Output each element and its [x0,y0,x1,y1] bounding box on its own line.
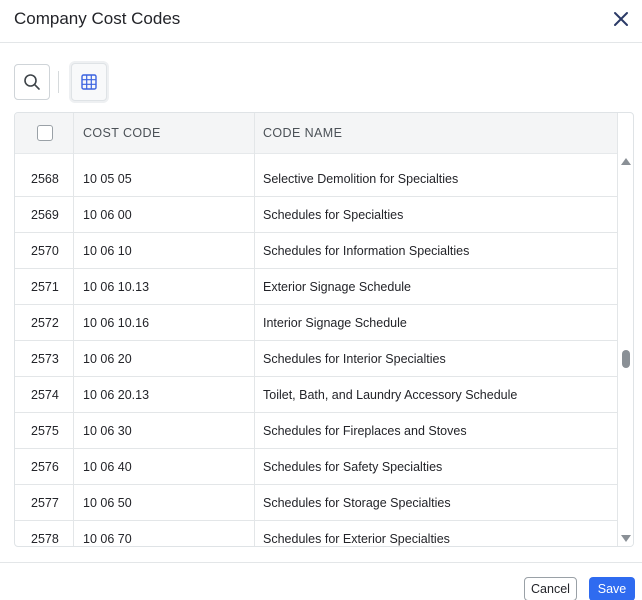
row-id: 2570 [31,244,59,258]
row-id: 2573 [31,352,59,366]
table-row[interactable]: 2578 10 06 70 Schedules for Exterior Speci… [15,521,618,546]
dialog-title: Company Cost Codes [14,9,181,28]
table-row[interactable]: 2572 10 06 10.16 Interior Signage Schedule [15,305,618,341]
save-button[interactable]: Save [589,577,635,600]
cost-code-cell: 10 05 05 [83,172,132,186]
code-name-cell: Schedules for Interior Specialties [263,352,446,366]
code-name-cell: Selective Demolition for Specialties [263,172,459,186]
select-all-checkbox[interactable] [37,125,53,141]
cost-code-cell: 10 06 20.13 [83,388,150,402]
code-name-cell: Toilet, Bath, and Laundry Accessory Sche… [263,388,518,402]
cost-code-cell: 10 06 50 [83,496,132,510]
cancel-button[interactable]: Cancel [524,577,577,600]
cost-codes-table: COST CODE CODE NAME 2568 10 05 05 Selectiv… [14,112,634,547]
toolbar-divider [58,71,59,93]
cost-code-cell: 10 06 70 [83,532,132,546]
grid-icon [81,74,97,90]
cost-code-cell: 10 06 10.13 [83,280,150,294]
table-row[interactable]: 2570 10 06 10 Schedules for Information Sp… [15,233,618,269]
table-row[interactable]: 2575 10 06 30 Schedules for Fireplaces and… [15,413,618,449]
table-row[interactable]: 2569 10 06 00 Schedules for Specialties [15,197,618,233]
row-id: 2569 [31,208,59,222]
vertical-scrollbar[interactable] [618,154,633,546]
close-icon[interactable] [611,9,631,29]
search-button[interactable] [14,64,50,100]
code-name-cell: Interior Signage Schedule [263,316,407,330]
row-id: 2578 [31,532,59,546]
row-id: 2571 [31,280,59,294]
cost-code-cell: 10 06 00 [83,208,132,222]
dialog-header: Company Cost Codes [0,0,642,43]
code-name-cell: Schedules for Exterior Specialties [263,532,450,546]
code-name-cell: Schedules for Safety Specialties [263,460,443,474]
table-row[interactable]: 2577 10 06 50 Schedules for Storage Specia… [15,485,618,521]
code-name-cell: Schedules for Fireplaces and Stoves [263,424,467,438]
code-name-cell: Exterior Signage Schedule [263,280,412,294]
code-name-cell: Schedules for Information Specialties [263,244,470,258]
dialog-footer: Cancel Save [0,562,642,600]
table-header: COST CODE CODE NAME [15,113,618,154]
row-id: 2576 [31,460,59,474]
table-row[interactable]: 2576 10 06 40 Schedules for Safety Special… [15,449,618,485]
row-id: 2568 [31,172,59,186]
cost-code-cell: 10 06 30 [83,424,132,438]
table-row[interactable]: 2574 10 06 20.13 Toilet, Bath, and Laundry… [15,377,618,413]
cost-code-cell: 10 06 10 [83,244,132,258]
row-id: 2575 [31,424,59,438]
cost-code-cell: 10 06 10.16 [83,316,150,330]
scrollbar-thumb[interactable] [622,350,630,368]
row-id: 2577 [31,496,59,510]
scroll-up-arrow-icon[interactable] [621,158,631,165]
row-id: 2572 [31,316,59,330]
column-header-cost-code[interactable]: COST CODE [83,113,161,154]
table-body: 2568 10 05 05 Selective Demolition for Spe… [15,161,618,546]
cost-code-cell: 10 06 40 [83,460,132,474]
search-icon [24,74,40,90]
grid-view-button[interactable] [71,63,107,101]
column-header-code-name[interactable]: CODE NAME [263,113,342,154]
table-row[interactable]: 2573 10 06 20 Schedules for Interior Speci… [15,341,618,377]
row-id: 2574 [31,388,59,402]
table-row[interactable]: 2568 10 05 05 Selective Demolition for Spe… [15,161,618,197]
code-name-cell: Schedules for Storage Specialties [263,496,451,510]
scroll-down-arrow-icon[interactable] [621,535,631,542]
code-name-cell: Schedules for Specialties [263,208,404,222]
cost-code-cell: 10 06 20 [83,352,132,366]
table-row[interactable]: 2571 10 06 10.13 Exterior Signage Schedule [15,269,618,305]
